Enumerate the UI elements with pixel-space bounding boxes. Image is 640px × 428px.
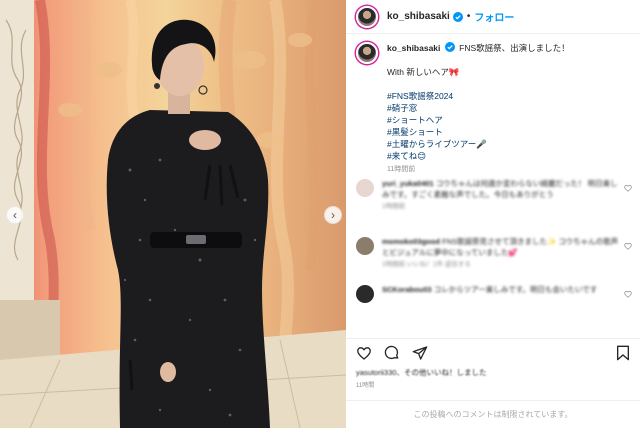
comment-item: SCKorabou03 コレからツアー楽しみです。明日も会いたいです	[356, 284, 632, 303]
heart-icon[interactable]	[624, 242, 632, 250]
header-username[interactable]: ko_shibasaki	[387, 11, 450, 22]
comment-username[interactable]: yuri_yuka0401	[382, 179, 434, 188]
comment-item: momoko03good FNS歌謡祭見させて頂きました✨ コウちゃんの歌声とビ…	[356, 236, 632, 270]
hashtag-link[interactable]: #FNS歌謡祭2024	[387, 90, 627, 102]
comment-list: yuri_yuka0401 コウちゃんは何歳か変わらない綺麗だった！ 明日楽しみ…	[356, 178, 632, 312]
heart-icon[interactable]	[624, 290, 632, 298]
likes-summary[interactable]: yasutorii330、その他いいね！しました	[356, 367, 486, 378]
caption-line-2: With 新しいヘア🎀	[387, 67, 460, 77]
comment-meta: 1時間前 いいね！1件 返信する	[382, 261, 471, 268]
caption-avatar[interactable]	[356, 42, 378, 64]
post-header: ko_shibasaki • フォロー	[346, 0, 640, 34]
action-bar	[346, 338, 640, 366]
share-icon[interactable]	[412, 345, 428, 361]
post-caption: ko_shibasaki FNS歌謡祭、出演しました！ With 新しいヘア🎀 …	[356, 42, 632, 176]
chevron-right-icon[interactable]: ›	[324, 206, 342, 224]
bookmark-icon[interactable]	[616, 345, 630, 361]
verified-badge-icon	[452, 11, 463, 22]
post-panel: ko_shibasaki • フォロー ko_shibasaki FNS歌謡祭、…	[346, 0, 640, 428]
follow-button[interactable]: フォロー	[474, 9, 514, 24]
photo-illustration	[0, 0, 346, 428]
hashtag-link[interactable]: #硝子窓	[387, 102, 627, 114]
verified-badge-icon	[444, 42, 455, 52]
hashtag-link[interactable]: #ショートヘア	[387, 114, 627, 126]
chevron-left-icon[interactable]: ‹	[6, 206, 24, 224]
comment-avatar[interactable]	[356, 179, 374, 197]
avatar[interactable]	[356, 5, 378, 28]
post-photo[interactable]: ‹ ›	[0, 0, 346, 428]
caption-timestamp: 11時間前	[387, 166, 416, 173]
comment-item: yuri_yuka0401 コウちゃんは何歳か変わらない綺麗だった！ 明日楽しみ…	[356, 178, 632, 212]
comment-text: コレからツアー楽しみです。明日も会いたいです	[433, 285, 598, 294]
heart-icon[interactable]	[356, 345, 372, 361]
comment-username[interactable]: SCKorabou03	[382, 285, 432, 294]
comment-avatar[interactable]	[356, 237, 374, 255]
post-date: 11時間	[356, 383, 375, 389]
heart-icon[interactable]	[624, 184, 632, 192]
separator-dot: •	[466, 11, 471, 22]
hashtag-link[interactable]: #土曜からライブツアー🎤	[387, 138, 627, 150]
comment-meta: 1時間前	[382, 203, 406, 210]
comments-disabled-notice: この投稿へのコメントは制限されています。	[346, 400, 640, 428]
comment-username[interactable]: momoko03good	[382, 237, 440, 246]
comment-avatar[interactable]	[356, 285, 374, 303]
hashtag-link[interactable]: #黒髪ショート	[387, 126, 627, 138]
hashtag-link[interactable]: #来てね😊	[387, 150, 627, 162]
caption-line-1: FNS歌謡祭、出演しました！	[459, 43, 570, 53]
caption-body: ko_shibasaki FNS歌謡祭、出演しました！ With 新しいヘア🎀 …	[387, 42, 627, 176]
caption-username[interactable]: ko_shibasaki	[387, 43, 440, 53]
comment-icon[interactable]	[384, 345, 400, 361]
